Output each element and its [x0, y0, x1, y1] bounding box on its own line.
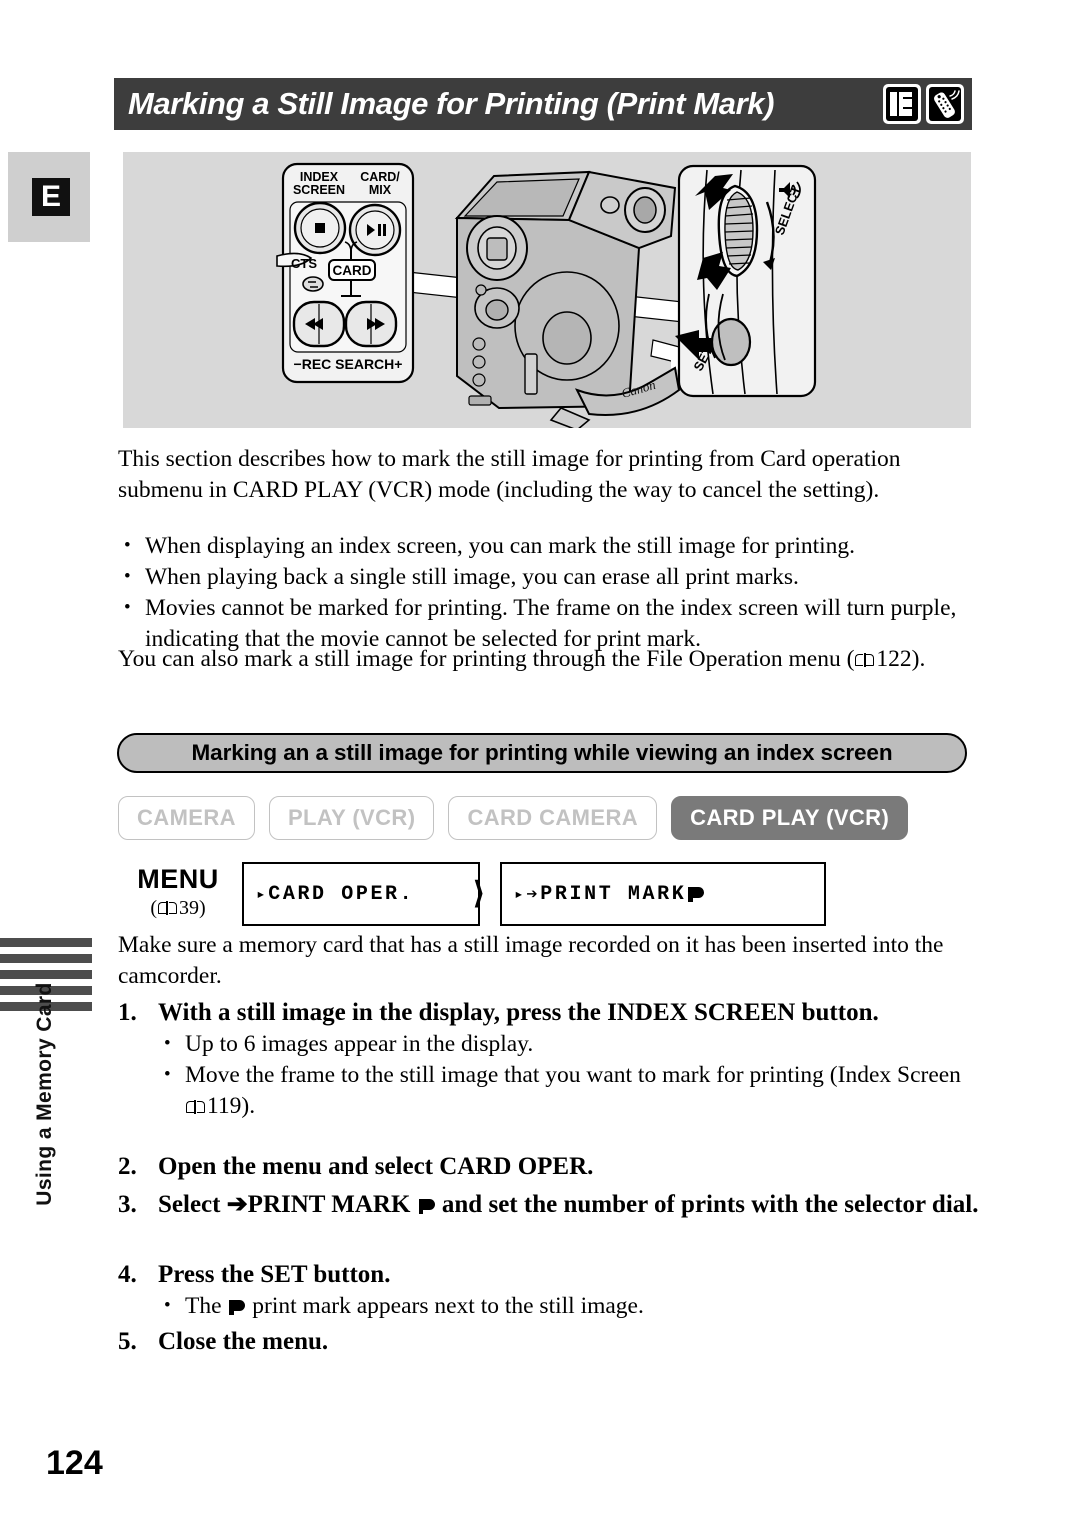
- book-icon: [186, 1100, 205, 1115]
- title-icon-group: [883, 84, 964, 124]
- menu-label: MENU: [137, 864, 219, 894]
- intro-closing-tail: ).: [911, 646, 926, 672]
- list-item: When playing back a single still image, …: [118, 561, 980, 593]
- list-item-part2: print mark appears next to the still ima…: [252, 1293, 644, 1319]
- arrow-right-icon: ➔: [526, 883, 541, 906]
- intro-closing-text: You can also mark a still image for prin…: [118, 646, 855, 672]
- step-3-heading: 3. Select ➔PRINT MARK and set the number …: [118, 1188, 980, 1221]
- menu-item-card-oper[interactable]: ▸ CARD OPER.: [242, 862, 480, 926]
- step-3: 3. Select ➔PRINT MARK and set the number …: [118, 1188, 980, 1221]
- step-number: 1.: [118, 999, 137, 1026]
- step-heading-text: Open the menu and select CARD OPER.: [158, 1153, 594, 1180]
- menu-page-reference: (39): [118, 897, 238, 920]
- prerequisite-paragraph: Make sure a memory card that has a still…: [118, 932, 944, 989]
- svg-text:CARD: CARD: [333, 263, 372, 278]
- step-heading-part1: Select: [158, 1191, 221, 1218]
- menu-item-print-mark[interactable]: ▸ ➔ PRINT MARK: [500, 862, 826, 926]
- svg-text:SCREEN: SCREEN: [293, 183, 345, 197]
- step-number: 3.: [118, 1191, 137, 1218]
- step-heading-part2: PRINT MARK: [247, 1191, 411, 1218]
- svg-text:CARD/: CARD/: [360, 170, 400, 184]
- svg-text:CTS: CTS: [291, 256, 317, 271]
- language-tab-letter: E: [32, 178, 70, 216]
- step-2: 2. Open the menu and select CARD OPER.: [118, 1150, 980, 1183]
- page-title-bar: Marking a Still Image for Printing (Prin…: [114, 78, 972, 130]
- print-mark-icon: [688, 886, 705, 903]
- page-number: 124: [46, 1444, 103, 1482]
- step-5: 5. Close the menu.: [118, 1325, 980, 1358]
- mode-pill-row: CAMERA PLAY (VCR) CARD CAMERA CARD PLAY …: [118, 796, 972, 840]
- page-reference: 122: [876, 646, 912, 672]
- svg-text:INDEX: INDEX: [300, 170, 339, 184]
- list-item: Up to 6 images appear in the display.: [158, 1028, 980, 1060]
- list-item: The print mark appears next to the still…: [158, 1290, 980, 1322]
- step-heading-text: Press the SET button.: [158, 1261, 391, 1288]
- step-heading-text: With a still image in the display, press…: [158, 999, 879, 1026]
- chevron-right-icon: ⟩: [473, 877, 485, 910]
- arrow-right-icon: ➔: [226, 1191, 248, 1218]
- step-number: 5.: [118, 1328, 137, 1355]
- book-icon: [158, 901, 177, 916]
- menu-label-group: MENU (39): [118, 864, 238, 920]
- step-4: 4. Press the SET button. The print mark a…: [118, 1258, 980, 1322]
- section-heading-text: Marking an a still image for printing wh…: [191, 740, 893, 765]
- page-title: Marking a Still Image for Printing (Prin…: [128, 86, 775, 121]
- step-2-heading: 2. Open the menu and select CARD OPER.: [118, 1150, 980, 1183]
- language-tab: E: [8, 152, 90, 242]
- menu-ref-open: (: [150, 897, 157, 919]
- menu-marker-icon: ▸: [256, 886, 269, 904]
- step-1-heading: 1. With a still image in the display, pre…: [118, 996, 980, 1029]
- svg-text:MIX: MIX: [369, 183, 392, 197]
- menu-ref-close: ): [199, 897, 206, 919]
- illustration-panel: Canon INDEX SCREEN CARD/ MIX CTS CARD −R…: [123, 152, 971, 428]
- step-4-heading: 4. Press the SET button.: [118, 1258, 980, 1291]
- book-icon: [855, 653, 875, 668]
- chapter-bar: [0, 954, 92, 963]
- intro-bullet-list: When displaying an index screen, you can…: [118, 530, 980, 655]
- print-mark-icon: [229, 1299, 246, 1316]
- list-item: When displaying an index screen, you can…: [118, 530, 980, 562]
- step-heading-part3: and set the number of prints with the se…: [441, 1191, 979, 1218]
- menu-ref-page: 39: [179, 897, 199, 919]
- step-4-bullets: The print mark appears next to the still…: [118, 1290, 980, 1322]
- chapter-title: Using a Memory Card: [33, 982, 56, 1206]
- step-number: 4.: [118, 1261, 137, 1288]
- mode-pill-play-vcr[interactable]: PLAY (VCR): [268, 796, 435, 840]
- step-5-heading: 5. Close the menu.: [118, 1325, 980, 1358]
- menu-item-label: CARD OPER.: [268, 882, 415, 906]
- svg-text:−REC SEARCH+: −REC SEARCH+: [294, 356, 403, 372]
- mode-pill-card-play-vcr[interactable]: CARD PLAY (VCR): [671, 796, 909, 840]
- mode-pill-camera[interactable]: CAMERA: [118, 796, 255, 840]
- chapter-bar: [0, 938, 92, 947]
- camcorder-illustration: Canon INDEX SCREEN CARD/ MIX CTS CARD −R…: [276, 162, 817, 428]
- remote-control-icon: [926, 84, 964, 124]
- step-1: 1. With a still image in the display, pre…: [118, 996, 980, 1122]
- intro-paragraph: This section describes how to mark the s…: [118, 446, 901, 503]
- step-heading-text: Close the menu.: [158, 1328, 329, 1355]
- list-item-text: Move the frame to the still image that y…: [185, 1062, 961, 1088]
- list-item-part1: The: [185, 1293, 222, 1319]
- list-item-tail: ).: [241, 1093, 256, 1119]
- print-mark-icon: [418, 1198, 436, 1215]
- intro-closing-paragraph: You can also mark a still image for prin…: [118, 644, 980, 675]
- step-1-bullets: Up to 6 images appear in the display. Mo…: [118, 1028, 980, 1122]
- mode-pill-card-camera[interactable]: CARD CAMERA: [448, 796, 658, 840]
- list-item: Move the frame to the still image that y…: [158, 1059, 980, 1122]
- step-number: 2.: [118, 1153, 137, 1180]
- menu-marker-icon: ▸: [514, 886, 527, 904]
- page-reference: 119: [207, 1093, 242, 1119]
- memory-card-icon: [883, 84, 921, 124]
- section-heading-band: Marking an a still image for printing wh…: [117, 733, 967, 773]
- menu-navigation-row: MENU (39) ▸ CARD OPER. ⟩ ▸ ➔ PRINT MARK: [118, 862, 972, 930]
- menu-item-label: PRINT MARK: [540, 882, 687, 906]
